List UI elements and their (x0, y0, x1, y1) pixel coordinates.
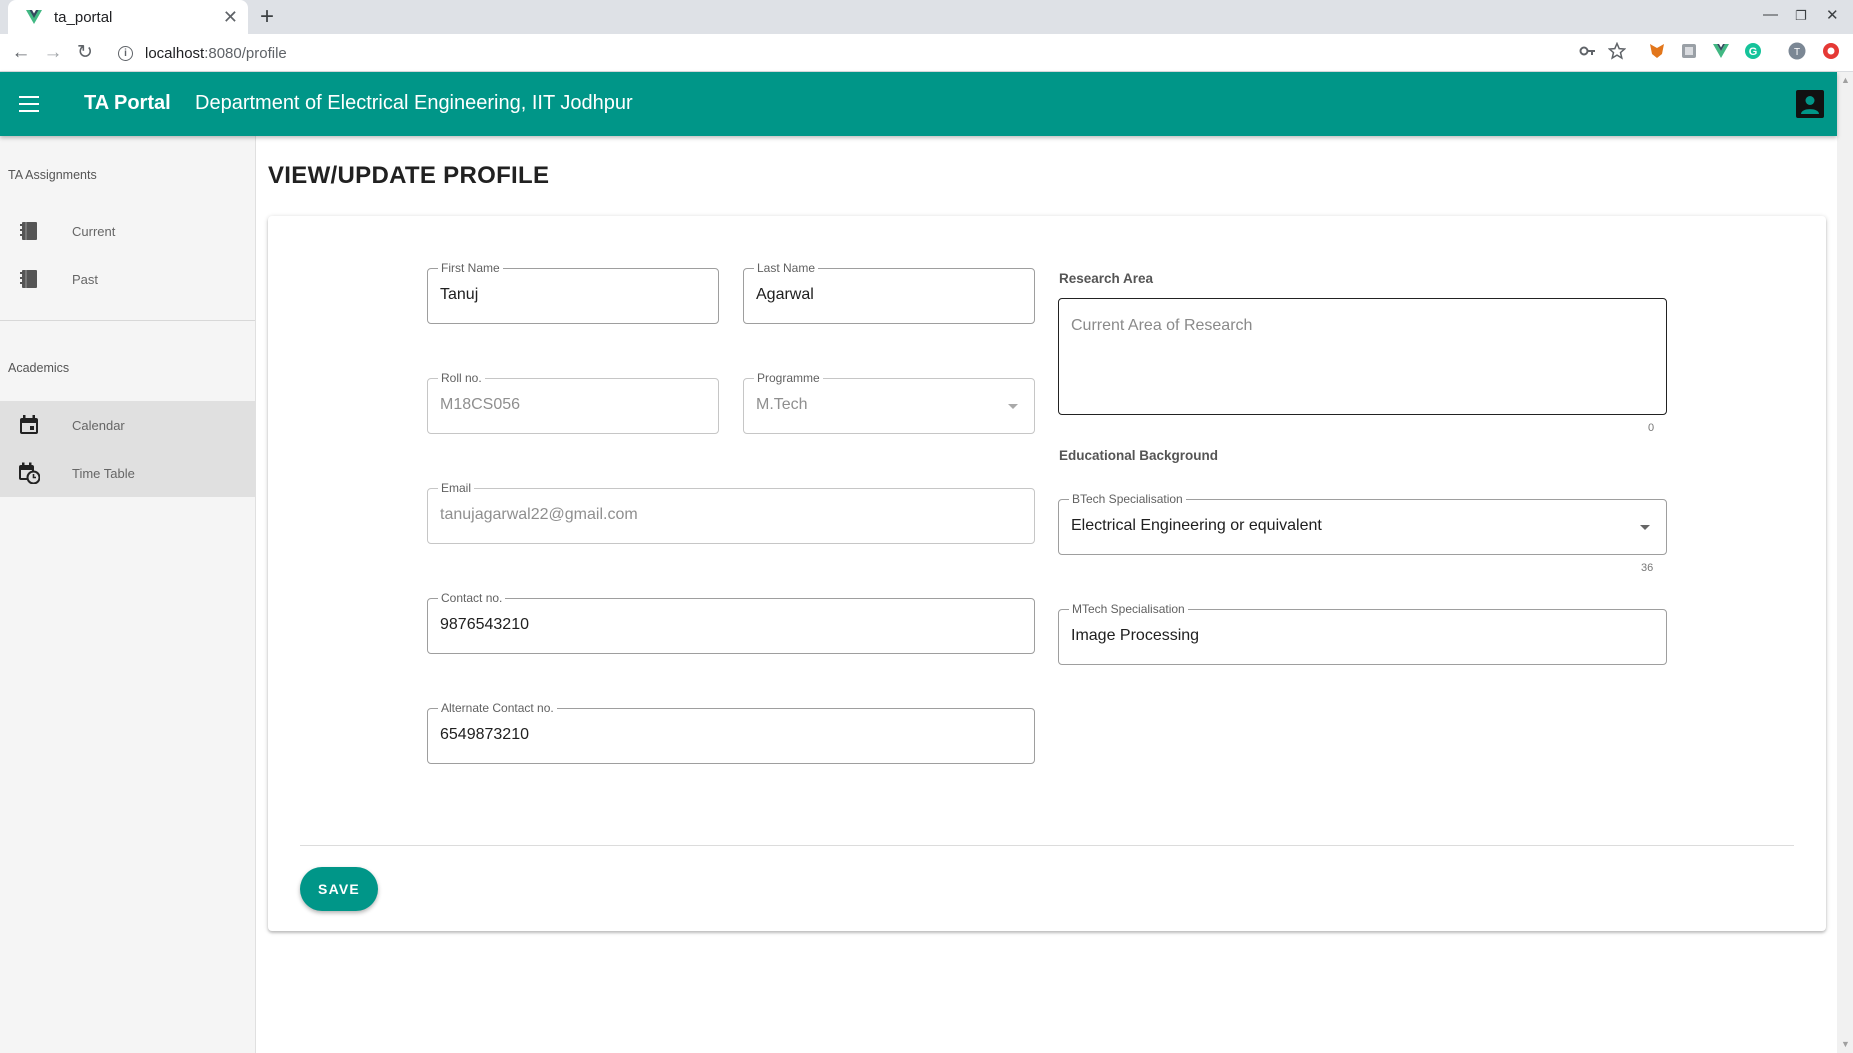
svg-text:G: G (1749, 46, 1758, 58)
field-label: Roll no. (438, 370, 485, 386)
profile-form-card: First Name Tanuj Last Name Agarwal Roll … (268, 216, 1826, 931)
url-host: localhost (145, 44, 205, 62)
window-close-icon[interactable]: ✕ (1826, 6, 1839, 24)
first-name-field[interactable]: First Name Tanuj (427, 260, 719, 324)
forward-icon[interactable]: → (42, 42, 64, 64)
contact-value: 9876543210 (440, 616, 529, 633)
scroll-down-icon[interactable]: ▼ (1841, 1039, 1850, 1049)
programme-select: Programme M.Tech (743, 370, 1035, 434)
page-title: VIEW/UPDATE PROFILE (268, 162, 550, 189)
grammarly-icon[interactable]: G (1744, 42, 1762, 60)
roll-no-value: M18CS056 (440, 396, 521, 413)
field-label: MTech Specialisation (1069, 601, 1188, 617)
sidebar-item-label: Calendar (72, 417, 125, 433)
page-scrollbar[interactable]: ▲ ▼ (1837, 72, 1853, 1053)
btech-specialisation-value: Electrical Engineering or equivalent (1071, 517, 1322, 534)
sidebar: TA Assignments Current Past Academics Ca… (0, 136, 256, 1053)
sidebar-divider (0, 320, 255, 321)
research-area-textarea[interactable]: Current Area of Research (1058, 298, 1667, 415)
last-name-value: Agarwal (756, 286, 814, 303)
last-name-field[interactable]: Last Name Agarwal (743, 260, 1035, 324)
account-box-icon[interactable] (1796, 90, 1824, 118)
sidebar-item-time-table[interactable]: Time Table (0, 449, 255, 497)
restore-icon[interactable]: ❐ (1795, 8, 1807, 24)
app-subtitle: Department of Electrical Engineering, II… (195, 92, 633, 114)
scroll-up-icon[interactable]: ▲ (1841, 75, 1850, 85)
educational-background-label: Educational Background (1059, 448, 1219, 463)
book-icon (20, 222, 37, 240)
sidebar-header-academics: Academics (8, 361, 70, 375)
research-area-label: Research Area (1059, 271, 1154, 286)
sidebar-item-label: Current (72, 223, 116, 239)
back-icon[interactable]: ← (10, 42, 32, 64)
field-label: Last Name (754, 260, 819, 276)
mtech-specialisation-field[interactable]: MTech Specialisation Image Processing (1058, 601, 1667, 665)
extension-icon[interactable] (1680, 42, 1698, 60)
btech-specialisation-select[interactable]: BTech Specialisation Electrical Engineer… (1058, 491, 1667, 555)
field-label: Contact no. (438, 590, 506, 606)
reload-icon[interactable]: ↻ (74, 42, 96, 64)
star-icon[interactable] (1608, 42, 1626, 60)
shield-extension-icon[interactable] (1822, 42, 1840, 60)
browser-toolbar: ← → ↻ i localhost:8080/profile (0, 34, 1853, 72)
tab-title: ta_portal (54, 8, 113, 26)
chevron-down-icon[interactable] (1640, 525, 1650, 530)
sidebar-item-past[interactable]: Past (0, 255, 255, 303)
sidebar-item-label: Time Table (72, 465, 135, 481)
save-button[interactable]: SAVE (300, 867, 378, 911)
menu-icon[interactable] (19, 96, 39, 112)
app-bar: TA Portal Department of Electrical Engin… (0, 72, 1837, 136)
book-icon (20, 270, 37, 288)
roll-no-field: Roll no. M18CS056 (427, 370, 719, 434)
sidebar-item-label: Past (72, 271, 99, 287)
chevron-down-icon (1008, 404, 1018, 409)
key-icon[interactable] (1578, 42, 1596, 60)
calendar-clock-icon (19, 462, 40, 484)
btech-specialisation-counter: 36 (1641, 562, 1654, 574)
card-divider (300, 845, 1794, 846)
field-label: BTech Specialisation (1069, 491, 1186, 507)
url-path: :8080/profile (204, 44, 287, 62)
field-label: Email (438, 480, 475, 496)
calendar-icon (20, 415, 38, 434)
close-tab-icon[interactable]: ✕ (223, 8, 238, 26)
vue-logo-icon (26, 10, 42, 24)
email-field: Email tanujagarwal22@gmail.com (427, 480, 1035, 544)
info-icon[interactable]: i (118, 45, 133, 61)
profile-avatar-icon[interactable]: T (1788, 42, 1806, 60)
field-label: First Name (438, 260, 503, 276)
alternate-contact-value: 6549873210 (440, 726, 529, 743)
mtech-specialisation-value: Image Processing (1071, 627, 1200, 644)
browser-tab[interactable]: ta_portal ✕ (8, 0, 248, 34)
research-area-counter: 0 (1648, 422, 1655, 434)
field-label: Programme (754, 370, 823, 386)
alternate-contact-field[interactable]: Alternate Contact no. 6549873210 (427, 700, 1035, 764)
profile-initial: T (1794, 47, 1800, 58)
sidebar-item-calendar[interactable]: Calendar (0, 401, 255, 449)
contact-field[interactable]: Contact no. 9876543210 (427, 590, 1035, 654)
vue-devtools-icon[interactable] (1712, 42, 1730, 60)
programme-value: M.Tech (756, 396, 808, 413)
new-tab-button[interactable]: + (260, 4, 274, 30)
field-label: Alternate Contact no. (438, 700, 557, 716)
research-area-placeholder: Current Area of Research (1071, 317, 1253, 334)
sidebar-item-current[interactable]: Current (0, 207, 255, 255)
minimize-icon[interactable]: — (1763, 6, 1778, 23)
sidebar-header-ta-assignments: TA Assignments (8, 168, 97, 182)
email-value: tanujagarwal22@gmail.com (440, 506, 638, 523)
first-name-value: Tanuj (440, 286, 479, 303)
address-bar[interactable]: i localhost:8080/profile (110, 38, 1630, 68)
app-title: TA Portal (84, 92, 171, 114)
metamask-icon[interactable] (1648, 42, 1666, 60)
browser-tab-bar: ta_portal ✕ + — ❐ ✕ (0, 0, 1853, 34)
